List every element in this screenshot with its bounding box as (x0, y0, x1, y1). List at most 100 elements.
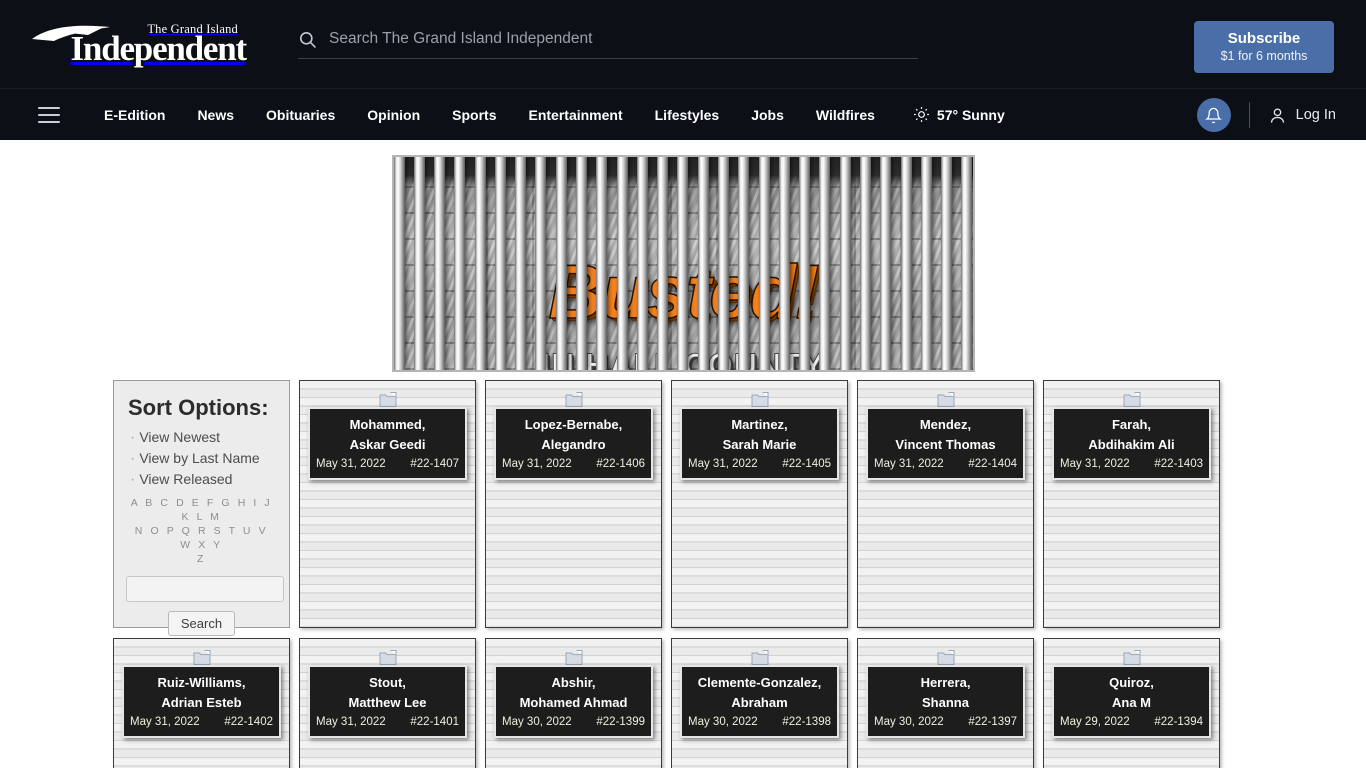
subscribe-button[interactable]: Subscribe $1 for 6 months (1194, 21, 1334, 73)
mugshot-last-name: Mendez, (919, 417, 972, 432)
site-header: The Grand Island Independent Subscribe $… (0, 0, 1366, 88)
mugshot-first-name: Ana M (1112, 695, 1151, 710)
login-button[interactable]: Log In (1268, 106, 1336, 125)
mugshot-nameplate: Farah, Abdihakim Ali May 31, 2022 #22-14… (1052, 407, 1211, 480)
alphabet-row-2[interactable]: N O P Q R S T U V W X Y (128, 524, 275, 552)
mugshot-last-name: Herrera, (920, 675, 971, 690)
mugshot-case: #22-1402 (224, 716, 273, 728)
mugshot-card[interactable]: Mohammed, Askar Geedi May 31, 2022 #22-1… (299, 380, 476, 628)
mugshot-nameplate: Herrera, Shanna May 30, 2022 #22-1397 (866, 665, 1025, 738)
mugshot-last-name: Mohammed, (349, 417, 426, 432)
mugshot-card[interactable]: Quiroz, Ana M May 29, 2022 #22-1394 (1043, 638, 1220, 768)
sun-icon (913, 107, 929, 122)
mugshot-nameplate: Martinez, Sarah Marie May 31, 2022 #22-1… (680, 407, 839, 480)
broken-image-icon (379, 650, 396, 665)
broken-image-icon (565, 392, 582, 407)
broken-image-icon (751, 650, 768, 665)
mugshot-date: May 30, 2022 (874, 716, 944, 728)
nav-item-wildfires[interactable]: Wildfires (800, 107, 891, 123)
nav-item-entertainment[interactable]: Entertainment (513, 107, 639, 123)
mugshot-nameplate: Lopez-Bernabe, Alegandro May 31, 2022 #2… (494, 407, 653, 480)
search-input[interactable] (329, 30, 918, 48)
sort-view-last-name[interactable]: View by Last Name (139, 450, 259, 466)
mugshot-last-name: Ruiz-Williams, (157, 675, 246, 690)
mugshot-nameplate: Mohammed, Askar Geedi May 31, 2022 #22-1… (308, 407, 467, 480)
alphabet-filter[interactable]: A B C D E F G H I J K L M N O P Q R S T … (126, 496, 277, 566)
mugshot-card[interactable]: Stout, Matthew Lee May 31, 2022 #22-1401 (299, 638, 476, 768)
logo-kicker: The Grand Island (147, 21, 238, 36)
mugshot-first-name: Adrian Esteb (161, 695, 242, 710)
mugshot-date: May 29, 2022 (1060, 716, 1130, 728)
mugshot-case: #22-1405 (782, 458, 831, 470)
nav-right-actions: Log In (1196, 89, 1336, 141)
nav-item-jobs[interactable]: Jobs (735, 107, 800, 123)
sort-view-newest[interactable]: View Newest (139, 429, 220, 445)
mugshot-last-name: Stout, (369, 675, 406, 690)
mugshot-first-name: Matthew Lee (348, 695, 427, 710)
mugshot-first-name: Alegandro (541, 437, 606, 452)
mugshot-last-name: Quiroz, (1109, 675, 1154, 690)
nav-item-sports[interactable]: Sports (436, 107, 512, 123)
sort-search-input[interactable] (126, 576, 284, 602)
mugshot-nameplate: Stout, Matthew Lee May 31, 2022 #22-1401 (308, 665, 467, 738)
busted-banner[interactable]: Busted! IN HALL COUNTY (391, 155, 975, 372)
mugshot-card[interactable]: Abshir, Mohamed Ahmad May 30, 2022 #22-1… (485, 638, 662, 768)
site-logo[interactable]: The Grand Island Independent (32, 21, 248, 69)
mugshot-date: May 30, 2022 (688, 716, 758, 728)
mugshot-first-name: Shanna (922, 695, 969, 710)
login-label: Log In (1295, 107, 1336, 123)
mugshot-card[interactable]: Lopez-Bernabe, Alegandro May 31, 2022 #2… (485, 380, 662, 628)
mugshot-date: May 31, 2022 (316, 458, 386, 470)
broken-image-icon (751, 392, 768, 407)
mugshot-card[interactable]: Herrera, Shanna May 30, 2022 #22-1397 (857, 638, 1034, 768)
banner-wrap: Busted! IN HALL COUNTY (0, 140, 1366, 372)
mugshot-date: May 31, 2022 (316, 716, 386, 728)
sort-options-list: View Newest View by Last Name View Relea… (126, 427, 277, 490)
search-icon (298, 30, 317, 49)
mugshot-card[interactable]: Farah, Abdihakim Ali May 31, 2022 #22-14… (1043, 380, 1220, 628)
mugshot-card[interactable]: Mendez, Vincent Thomas May 31, 2022 #22-… (857, 380, 1034, 628)
mugshot-last-name: Farah, (1111, 417, 1151, 432)
sort-options-panel: Sort Options: View Newest View by Last N… (113, 380, 290, 636)
nav-item-opinion[interactable]: Opinion (351, 107, 436, 123)
subscribe-label: Subscribe (1227, 29, 1301, 47)
main-navigation: E-Edition News Obituaries Opinion Sports… (0, 88, 1366, 140)
mugshot-case: #22-1404 (968, 458, 1017, 470)
nav-item-e-edition[interactable]: E-Edition (88, 107, 181, 123)
sort-view-released[interactable]: View Released (139, 471, 232, 487)
mugshot-last-name: Lopez-Bernabe, (524, 417, 623, 432)
mugshot-date: May 31, 2022 (1060, 458, 1130, 470)
mugshot-first-name: Abdihakim Ali (1088, 437, 1175, 452)
mugshot-case: #22-1397 (968, 716, 1017, 728)
broken-image-icon (937, 650, 954, 665)
mugshot-date: May 30, 2022 (502, 716, 572, 728)
mugshot-last-name: Martinez, (731, 417, 788, 432)
sort-options-title: Sort Options: (128, 395, 269, 420)
broken-image-icon (379, 392, 396, 407)
nav-item-lifestyles[interactable]: Lifestyles (639, 107, 736, 123)
notifications-button[interactable] (1196, 98, 1231, 132)
banner-jail-bars (393, 157, 973, 370)
mugshot-case: #22-1398 (782, 716, 831, 728)
nav-item-obituaries[interactable]: Obituaries (250, 107, 351, 123)
mugshot-nameplate: Mendez, Vincent Thomas May 31, 2022 #22-… (866, 407, 1025, 480)
mugshot-card[interactable]: Martinez, Sarah Marie May 31, 2022 #22-1… (671, 380, 848, 628)
weather-widget[interactable]: 57° Sunny (913, 106, 1005, 123)
mugshot-case: #22-1401 (410, 716, 459, 728)
mugshot-card[interactable]: Clemente-Gonzalez, Abraham May 30, 2022 … (671, 638, 848, 768)
mugshot-card[interactable]: Ruiz-Williams, Adrian Esteb May 31, 2022… (113, 638, 290, 768)
broken-image-icon (565, 650, 582, 665)
mugshot-nameplate: Abshir, Mohamed Ahmad May 30, 2022 #22-1… (494, 665, 653, 738)
alphabet-row-1[interactable]: A B C D E F G H I J K L M (128, 496, 275, 524)
broken-image-icon (1123, 392, 1140, 407)
mugshot-grid: Sort Options: View Newest View by Last N… (113, 380, 1253, 768)
nav-item-news[interactable]: News (181, 107, 250, 123)
mugshot-date: May 31, 2022 (874, 458, 944, 470)
logo-wordmark: Independent (70, 29, 248, 69)
hamburger-menu-icon[interactable] (38, 106, 60, 123)
alphabet-row-3[interactable]: Z (128, 552, 275, 566)
sort-search-button[interactable]: Search (167, 611, 236, 636)
mugshot-date: May 31, 2022 (130, 716, 200, 728)
header-search[interactable] (298, 30, 918, 59)
mugshot-first-name: Mohamed Ahmad (519, 695, 628, 710)
